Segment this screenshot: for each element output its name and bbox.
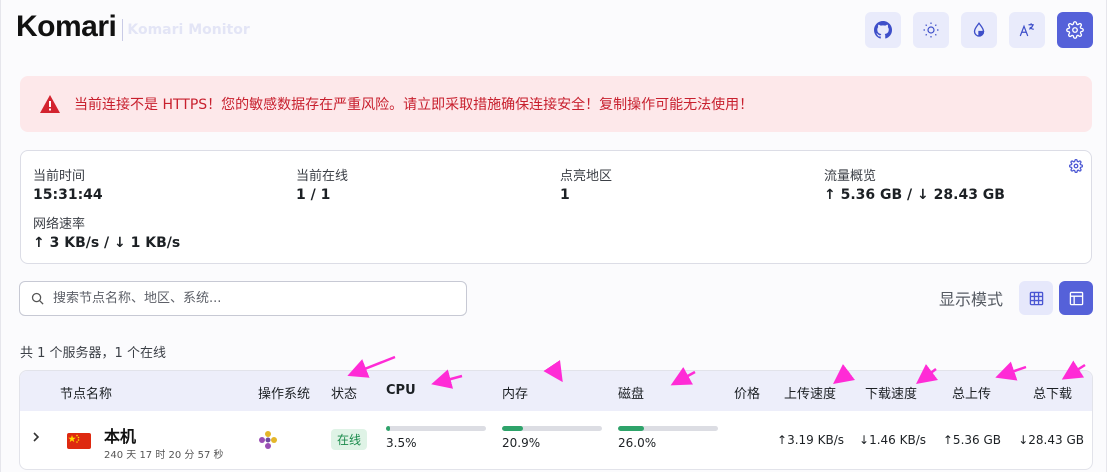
stats-settings-icon[interactable]	[1069, 159, 1083, 173]
os-icon	[259, 431, 277, 449]
header-actions	[865, 12, 1093, 48]
language-button[interactable]	[1009, 12, 1045, 48]
node-name[interactable]: 本机	[104, 423, 136, 447]
flag-cn-icon	[67, 433, 91, 449]
sun-icon	[923, 22, 939, 38]
stat-regions: 点亮地区 1	[560, 165, 612, 203]
disk-bar-fill	[618, 426, 644, 431]
memory-bar	[502, 426, 602, 431]
header-total-download[interactable]: 总下载	[1033, 383, 1072, 402]
memory-bar-fill	[502, 426, 523, 431]
cpu-bar	[386, 426, 486, 431]
header-node-name[interactable]: 节点名称	[60, 383, 112, 402]
warning-icon	[40, 95, 60, 113]
droplet-icon	[973, 22, 985, 37]
server-table: 节点名称 操作系统 状态 CPU 内存 磁盘 价格 上传速度 下载速度 总上传 …	[19, 370, 1093, 470]
search-box[interactable]	[19, 281, 467, 316]
upload-speed: ↑3.19 KB/s	[777, 433, 844, 447]
color-theme-button[interactable]	[961, 12, 997, 48]
table-view-button[interactable]	[1059, 281, 1093, 315]
table-row[interactable]: 本机 240 天 17 时 20 分 57 秒 在线 3.5% 20.9% 26…	[20, 411, 1092, 469]
search-icon	[31, 292, 44, 305]
stat-current-time: 当前时间 15:31:44	[33, 165, 103, 203]
stat-label: 当前时间	[33, 169, 86, 184]
settings-icon	[1066, 21, 1084, 39]
cpu-value: 3.5%	[386, 436, 417, 450]
status-badge: 在线	[331, 429, 368, 450]
stat-value: 15:31:44	[33, 187, 103, 203]
settings-button[interactable]	[1057, 12, 1093, 48]
header-os[interactable]: 操作系统	[258, 383, 310, 402]
node-uptime: 240 天 17 时 20 分 57 秒	[104, 450, 224, 461]
stat-label: 点亮地区	[560, 169, 613, 184]
grid-icon	[1029, 291, 1043, 305]
download-speed: ↓1.46 KB/s	[859, 433, 926, 447]
stat-value: ↑ 3 KB/s / ↓ 1 KB/s	[33, 235, 181, 251]
github-button[interactable]	[865, 12, 901, 48]
display-mode-label: 显示模式	[938, 290, 1003, 309]
server-summary: 共 1 个服务器，1 个在线	[20, 346, 166, 361]
stat-online: 当前在线 1 / 1	[296, 165, 348, 203]
theme-toggle-button[interactable]	[913, 12, 949, 48]
stat-traffic: 流量概览 ↑ 5.36 GB / ↓ 28.43 GB	[824, 165, 1005, 203]
brand: Komari Komari Monitor	[16, 10, 250, 44]
stat-value: 1	[560, 187, 570, 203]
disk-value: 26.0%	[618, 436, 657, 450]
search-input[interactable]	[53, 291, 433, 306]
stat-value: 1 / 1	[296, 187, 331, 203]
brand-divider	[122, 19, 124, 41]
stat-label: 当前在线	[296, 169, 349, 184]
chevron-right-icon[interactable]	[30, 431, 42, 443]
stat-network-speed: 网络速率 ↑ 3 KB/s / ↓ 1 KB/s	[33, 213, 180, 251]
brand-subtitle: Komari Monitor	[127, 22, 250, 38]
stat-value: ↑ 5.36 GB / ↓ 28.43 GB	[824, 187, 1005, 203]
disk-bar	[618, 426, 718, 431]
header-price[interactable]: 价格	[734, 383, 760, 402]
github-icon	[874, 21, 892, 39]
cpu-bar-fill	[386, 426, 390, 431]
alert-message: 当前连接不是 HTTPS！您的敏感数据存在严重风险。请立即采取措施确保连接安全！…	[74, 97, 754, 113]
memory-value: 20.9%	[502, 436, 541, 450]
header-status[interactable]: 状态	[331, 383, 357, 402]
header-upload-speed[interactable]: 上传速度	[784, 383, 836, 402]
translate-icon	[1019, 23, 1034, 37]
header-disk[interactable]: 磁盘	[618, 383, 644, 402]
grid-view-button[interactable]	[1019, 281, 1053, 315]
stats-card: 当前时间 15:31:44 当前在线 1 / 1 点亮地区 1 流量概览 ↑ 5…	[20, 150, 1092, 264]
table-icon	[1069, 291, 1083, 305]
header-memory[interactable]: 内存	[502, 383, 528, 402]
total-download: ↓28.43 GB	[1018, 433, 1084, 447]
table-header: 节点名称 操作系统 状态 CPU 内存 磁盘 价格 上传速度 下载速度 总上传 …	[20, 371, 1092, 411]
stat-label: 流量概览	[824, 169, 877, 184]
header-download-speed[interactable]: 下载速度	[865, 383, 917, 402]
https-warning-alert: 当前连接不是 HTTPS！您的敏感数据存在严重风险。请立即采取措施确保连接安全！…	[20, 76, 1092, 132]
display-mode: 显示模式	[939, 281, 1093, 315]
brand-name: Komari	[16, 10, 117, 43]
total-upload: ↑5.36 GB	[942, 433, 1001, 447]
stat-label: 网络速率	[33, 217, 86, 232]
header-cpu[interactable]: CPU	[386, 383, 416, 398]
header-total-upload[interactable]: 总上传	[952, 383, 991, 402]
